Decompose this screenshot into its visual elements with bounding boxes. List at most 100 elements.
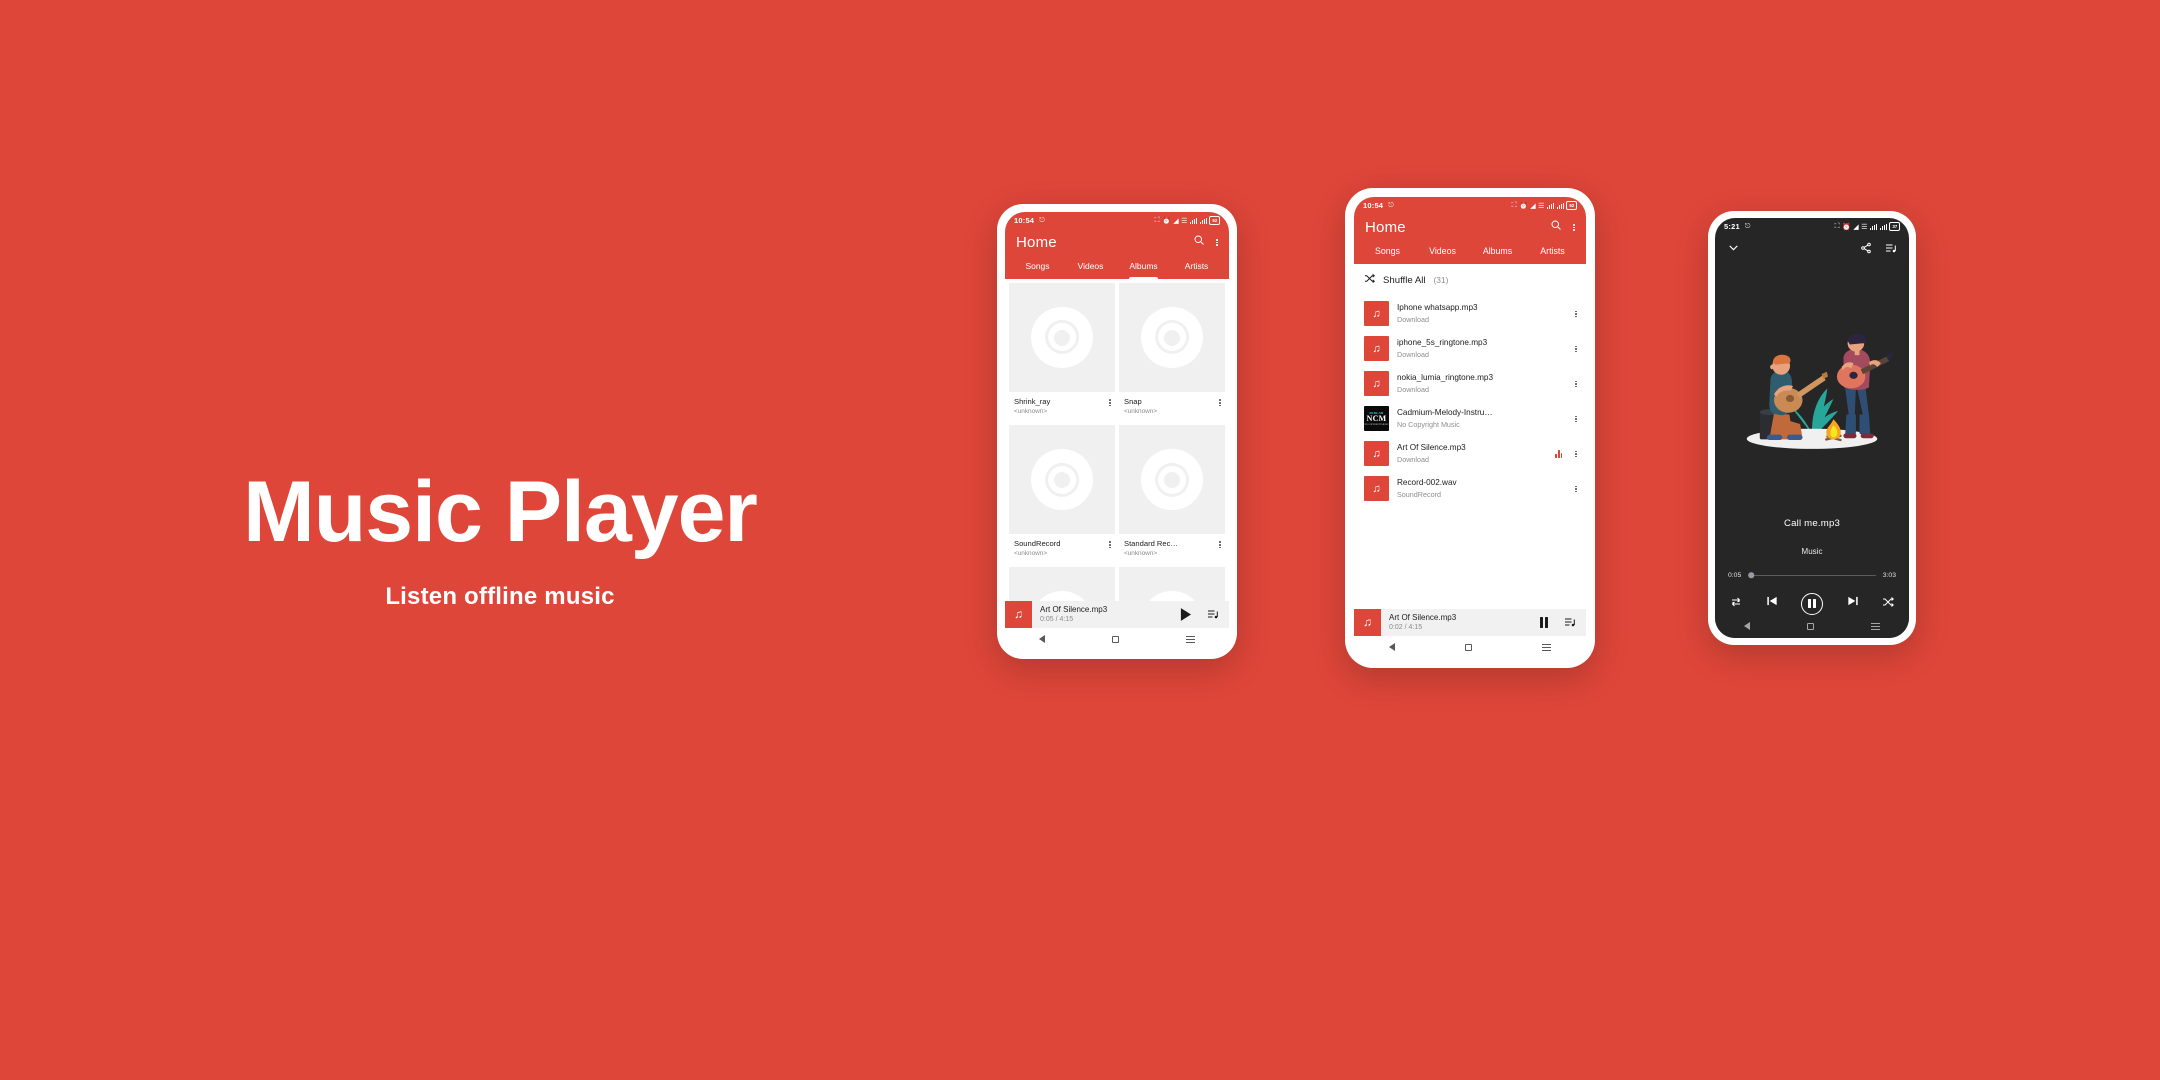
tab-songs[interactable]: Songs [1360, 240, 1415, 264]
album-card[interactable]: SoundRecord <unknown> [1009, 425, 1115, 564]
phone1-screen: 10:54 ⎋ ⛶ ⏰ ◢ ☰ 62 Home Songs Videos Alb… [1005, 212, 1229, 651]
ncm-bottom-label: NO COPYRIGHT MUSIC [1364, 423, 1389, 426]
back-icon[interactable] [1743, 622, 1750, 631]
album-card[interactable]: Standard Rec… <unknown> [1119, 425, 1225, 564]
pause-button[interactable] [1801, 592, 1823, 615]
system-nav-bar [1715, 614, 1909, 638]
phone-mockup-albums: 10:54 ⎋ ⛶ ⏰ ◢ ☰ 62 Home Songs Videos Alb… [997, 204, 1237, 659]
pause-button[interactable] [1539, 616, 1548, 628]
song-title: Art Of Silence.mp3 [1397, 443, 1466, 452]
tab-artists[interactable]: Artists [1525, 240, 1580, 264]
recents-icon[interactable] [1542, 642, 1551, 653]
seek-slider[interactable] [1748, 572, 1876, 578]
battery-indicator: 37 [1889, 222, 1900, 231]
status-time: 10:54 [1363, 201, 1384, 210]
search-icon[interactable] [1550, 218, 1562, 236]
song-overflow-icon[interactable] [1575, 448, 1577, 458]
recents-icon[interactable] [1871, 621, 1881, 632]
seek-thumb[interactable] [1748, 572, 1755, 578]
list-item[interactable]: ♫ nokia_lumia_ringtone.mp3 Download [1354, 366, 1586, 401]
mini-player-time: 0:05 / 4:15 [1040, 616, 1074, 624]
skip-previous-icon[interactable] [1765, 594, 1779, 613]
search-icon[interactable] [1193, 233, 1205, 251]
now-playing-info: Call me.mp3 Music [1715, 514, 1909, 556]
sim-icon: ⎋ [1744, 222, 1751, 230]
song-overflow-icon[interactable] [1575, 343, 1577, 353]
song-overflow-icon[interactable] [1575, 413, 1577, 423]
home-icon[interactable] [1111, 635, 1119, 643]
mini-player[interactable]: ♫ Art Of Silence.mp3 0:05 / 4:15 [1005, 600, 1229, 628]
album-grid: Shrink_ray <unknown> Snap <unknown> Soun… [1005, 279, 1229, 601]
battery-indicator: 62 [1566, 201, 1577, 210]
home-icon[interactable] [1465, 643, 1472, 651]
song-list-scroll[interactable]: Shuffle All (31) ♫ Iphone whatsapp.mp3 D… [1354, 264, 1586, 609]
playlist-icon[interactable] [1564, 616, 1576, 628]
tab-albums[interactable]: Albums [1117, 255, 1170, 279]
skip-next-icon[interactable] [1846, 594, 1860, 613]
mini-player[interactable]: ♫ Art Of Silence.mp3 0:02 / 4:15 [1354, 608, 1586, 636]
phone-mockup-now-playing: 5:21 ⎋ ⛶ ⏰ ◢ ☰ 37 Call me.mp3 Music 0:05… [1708, 211, 1916, 645]
now-playing-artwork [1715, 263, 1909, 514]
mini-player-title: Art Of Silence.mp3 [1040, 604, 1108, 614]
back-icon[interactable] [1389, 643, 1395, 652]
album-overflow-icon[interactable] [1109, 539, 1111, 549]
home-icon[interactable] [1806, 622, 1814, 630]
tab-songs[interactable]: Songs [1011, 255, 1064, 279]
list-item[interactable]: ♫ Record-002.wav SoundRecord [1354, 471, 1586, 506]
album-artist: <unknown> [1124, 550, 1158, 558]
list-item[interactable]: ♫ Art Of Silence.mp3 Download [1354, 436, 1586, 471]
vinyl-disc-icon [1031, 591, 1093, 601]
wifi-icon: ◢ [1853, 223, 1859, 231]
playlist-icon[interactable] [1885, 241, 1897, 259]
song-artwork: ♫ [1364, 301, 1389, 326]
vibrate-icon: ☰ [1181, 217, 1188, 225]
signal-icon-2 [1556, 202, 1564, 209]
status-bar: 10:54 ⎋ ⛶ ⏰ ◢ ☰ 62 [1354, 197, 1586, 212]
tab-albums[interactable]: Albums [1470, 240, 1525, 264]
song-title: iphone_5s_ringtone.mp3 [1397, 338, 1488, 347]
vinyl-disc-icon [1031, 306, 1093, 369]
ncm-mid-label: NCM [1366, 414, 1387, 423]
album-card[interactable]: Snap <unknown> [1119, 283, 1225, 422]
more-vertical-icon[interactable] [1216, 237, 1218, 247]
album-overflow-icon[interactable] [1219, 539, 1221, 549]
repeat-icon[interactable] [1730, 595, 1742, 613]
signal-icon-1 [1546, 202, 1555, 209]
more-vertical-icon[interactable] [1573, 222, 1575, 232]
vibrate-icon: ☰ [1861, 223, 1868, 231]
vinyl-disc-icon [1031, 449, 1093, 511]
album-card[interactable]: Shrink_ray <unknown> [1009, 283, 1115, 422]
list-item[interactable]: ncm.su NCM NO COPYRIGHT MUSIC Cadmium-Me… [1354, 401, 1586, 436]
system-nav-bar [1005, 627, 1229, 651]
page-subtitle: Listen offline music [385, 583, 615, 610]
song-title: Iphone whatsapp.mp3 [1397, 303, 1478, 312]
chevron-down-icon[interactable] [1727, 241, 1740, 259]
tab-videos[interactable]: Videos [1415, 240, 1470, 264]
album-overflow-icon[interactable] [1109, 397, 1111, 407]
album-card[interactable] [1009, 567, 1115, 601]
album-artwork [1009, 567, 1115, 601]
tab-videos[interactable]: Videos [1064, 255, 1117, 279]
tab-artists[interactable]: Artists [1170, 255, 1223, 279]
song-overflow-icon[interactable] [1575, 308, 1577, 318]
total-time: 3:03 [1882, 571, 1896, 579]
album-card[interactable] [1119, 567, 1225, 601]
shuffle-all-row[interactable]: Shuffle All (31) [1354, 264, 1586, 296]
song-overflow-icon[interactable] [1575, 378, 1577, 388]
recents-icon[interactable] [1186, 634, 1196, 645]
song-subtitle: Download [1397, 455, 1429, 464]
share-icon[interactable] [1860, 241, 1872, 259]
app-bar: Home [1005, 227, 1229, 255]
album-overflow-icon[interactable] [1219, 397, 1221, 407]
shuffle-icon[interactable] [1882, 595, 1895, 613]
album-grid-scroll[interactable]: Shrink_ray <unknown> Snap <unknown> Soun… [1005, 279, 1229, 601]
list-item[interactable]: ♫ Iphone whatsapp.mp3 Download [1354, 296, 1586, 331]
status-time: 5:21 [1724, 222, 1740, 231]
playlist-icon[interactable] [1207, 608, 1219, 620]
seek-bar-row[interactable]: 0:05 3:03 [1715, 556, 1909, 579]
song-overflow-icon[interactable] [1575, 483, 1577, 493]
wifi-icon: ◢ [1173, 217, 1179, 225]
list-item[interactable]: ♫ iphone_5s_ringtone.mp3 Download [1354, 331, 1586, 366]
play-button[interactable] [1180, 607, 1191, 621]
back-icon[interactable] [1038, 635, 1045, 644]
